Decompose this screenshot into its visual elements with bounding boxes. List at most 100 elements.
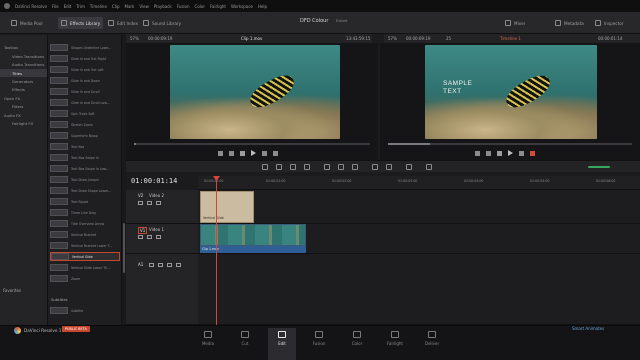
- timeline-ruler[interactable]: 01:00:00:00 01:00:01:00 01:00:02:00 01:0…: [198, 176, 640, 190]
- menu-playback[interactable]: Playback: [154, 4, 172, 9]
- page-fairlight[interactable]: Fairlight: [381, 328, 409, 360]
- tree-open-fx[interactable]: Open FX: [4, 96, 20, 101]
- monitor-icon[interactable]: [156, 235, 161, 239]
- effect-item[interactable]: Text Box Swipe In: [50, 153, 120, 162]
- menu-fairlight[interactable]: Fairlight: [210, 4, 226, 9]
- play-icon[interactable]: [251, 150, 256, 156]
- track-header-a1[interactable]: A1: [126, 254, 198, 325]
- lock-icon[interactable]: [149, 263, 154, 267]
- zoom-slider[interactable]: [588, 166, 610, 168]
- menu-color[interactable]: Color: [195, 4, 205, 9]
- sound-library-button[interactable]: Sound Library: [140, 17, 184, 29]
- menu-mark[interactable]: Mark: [125, 4, 135, 9]
- auto-select-icon[interactable]: [147, 201, 152, 205]
- tree-filters[interactable]: Filters: [12, 104, 23, 109]
- tree-audio-transitions[interactable]: Audio Transitions: [12, 62, 44, 67]
- effect-item[interactable]: Three Line Drop: [50, 208, 120, 217]
- menu-timeline[interactable]: Timeline: [90, 4, 107, 9]
- blade-tool-icon[interactable]: [304, 164, 310, 170]
- selection-tool-icon[interactable]: [262, 164, 268, 170]
- scrollbar-thumb[interactable]: [123, 223, 125, 273]
- effects-library-button[interactable]: Effects Library: [58, 17, 104, 29]
- menu-file[interactable]: File: [52, 4, 59, 9]
- page-deliver[interactable]: Deliver: [418, 328, 446, 360]
- effect-item[interactable]: Text Draw Jumpin: [50, 175, 120, 184]
- timeline-name[interactable]: Timeline 1: [500, 36, 521, 41]
- metadata-button[interactable]: Metadata: [552, 17, 587, 29]
- mixer-button[interactable]: Mixer: [502, 17, 528, 29]
- tree-audio-fx[interactable]: Audio FX: [4, 113, 21, 118]
- effect-item[interactable]: Text Draw Shape Lower...: [50, 186, 120, 195]
- effect-item[interactable]: Text Box Swipe In Low...: [50, 164, 120, 173]
- tree-effects[interactable]: Effects: [12, 87, 25, 92]
- flag-icon[interactable]: [406, 164, 412, 170]
- effect-item[interactable]: Slide In and Down: [50, 76, 120, 85]
- first-frame-icon[interactable]: [475, 150, 480, 156]
- effect-item[interactable]: Slide In and Scroll: [50, 87, 120, 96]
- effect-item[interactable]: Spin Track Soft: [50, 109, 120, 118]
- source-zoom[interactable]: 57%: [130, 36, 139, 41]
- menu-edit[interactable]: Edit: [64, 4, 72, 9]
- tree-generators[interactable]: Generators: [12, 79, 33, 84]
- menu-clip[interactable]: Clip: [112, 4, 120, 9]
- dynamic-trim-icon[interactable]: [290, 164, 296, 170]
- effect-item[interactable]: Vertical Bracket Lower T...: [50, 241, 120, 250]
- effect-item[interactable]: Zoom: [50, 274, 120, 283]
- effect-item[interactable]: Slide In and Out Right: [50, 54, 120, 63]
- reverse-icon[interactable]: [229, 150, 234, 156]
- auto-select-icon[interactable]: [147, 235, 152, 239]
- tree-video-transitions[interactable]: Video Transitions: [12, 54, 44, 59]
- timeline-zoom[interactable]: 57%: [388, 36, 397, 41]
- track-header-v2[interactable]: V2 Video 2: [126, 190, 198, 224]
- monitor-icon[interactable]: [156, 201, 161, 205]
- playhead[interactable]: [216, 176, 217, 325]
- lane-v2[interactable]: [198, 190, 640, 224]
- effect-item[interactable]: Title Overview Arrow: [50, 219, 120, 228]
- effect-item[interactable]: Text Box: [50, 142, 120, 151]
- last-frame-icon[interactable]: [262, 150, 267, 156]
- effect-item[interactable]: Vertical Slide: [50, 252, 120, 261]
- menu-trim[interactable]: Trim: [76, 4, 85, 9]
- tree-fairlight-fx[interactable]: Fairlight FX: [12, 121, 33, 126]
- timeline-scrub-position[interactable]: [388, 143, 430, 145]
- page-fusion[interactable]: Fusion: [305, 328, 333, 360]
- lock-icon[interactable]: [138, 201, 143, 205]
- source-clip-name[interactable]: Clip 1.mov: [241, 36, 262, 41]
- solo-icon[interactable]: [167, 263, 172, 267]
- last-frame-icon[interactable]: [519, 150, 524, 156]
- page-cut[interactable]: Cut: [231, 328, 259, 360]
- effect-item[interactable]: Vertical Slide Lower Th...: [50, 263, 120, 272]
- lock-icon[interactable]: [138, 235, 143, 239]
- effect-item[interactable]: Text Ripple: [50, 197, 120, 206]
- effect-item[interactable]: Shapes Underline Lowe...: [50, 43, 120, 52]
- trim-tool-icon[interactable]: [276, 164, 282, 170]
- effect-item[interactable]: Stretch Zoom: [50, 120, 120, 129]
- page-edit[interactable]: Edit: [268, 328, 296, 360]
- source-scrubber[interactable]: [134, 143, 370, 145]
- subtitle-item[interactable]: Subtitle: [50, 306, 120, 315]
- play-icon[interactable]: [508, 150, 513, 156]
- first-frame-icon[interactable]: [218, 150, 223, 156]
- menu-fusion[interactable]: Fusion: [177, 4, 190, 9]
- track-header-v1[interactable]: V1 Video 1: [126, 224, 198, 254]
- snapping-icon[interactable]: [372, 164, 378, 170]
- effect-item[interactable]: Slide In and Out Left: [50, 65, 120, 74]
- inspector-button[interactable]: Inspector: [592, 17, 627, 29]
- stop-icon[interactable]: [497, 150, 502, 156]
- effect-item[interactable]: Vertical Bracket: [50, 230, 120, 239]
- record-icon[interactable]: [530, 150, 535, 156]
- page-media[interactable]: Media: [194, 328, 222, 360]
- media-pool-button[interactable]: Media Pool: [8, 17, 46, 29]
- source-scrub-position[interactable]: [134, 143, 136, 145]
- edit-index-button[interactable]: Edit Index: [105, 17, 141, 29]
- lane-a1[interactable]: [198, 254, 640, 325]
- auto-select-icon[interactable]: [158, 263, 163, 267]
- reverse-icon[interactable]: [486, 150, 491, 156]
- effect-item[interactable]: Superform Bloop: [50, 131, 120, 140]
- menu-workspace[interactable]: Workspace: [231, 4, 253, 9]
- linked-selection-icon[interactable]: [386, 164, 392, 170]
- loop-icon[interactable]: [273, 150, 278, 156]
- menu-app[interactable]: DaVinci Resolve: [15, 4, 47, 9]
- page-color[interactable]: Color: [343, 328, 371, 360]
- menu-help[interactable]: Help: [258, 4, 267, 9]
